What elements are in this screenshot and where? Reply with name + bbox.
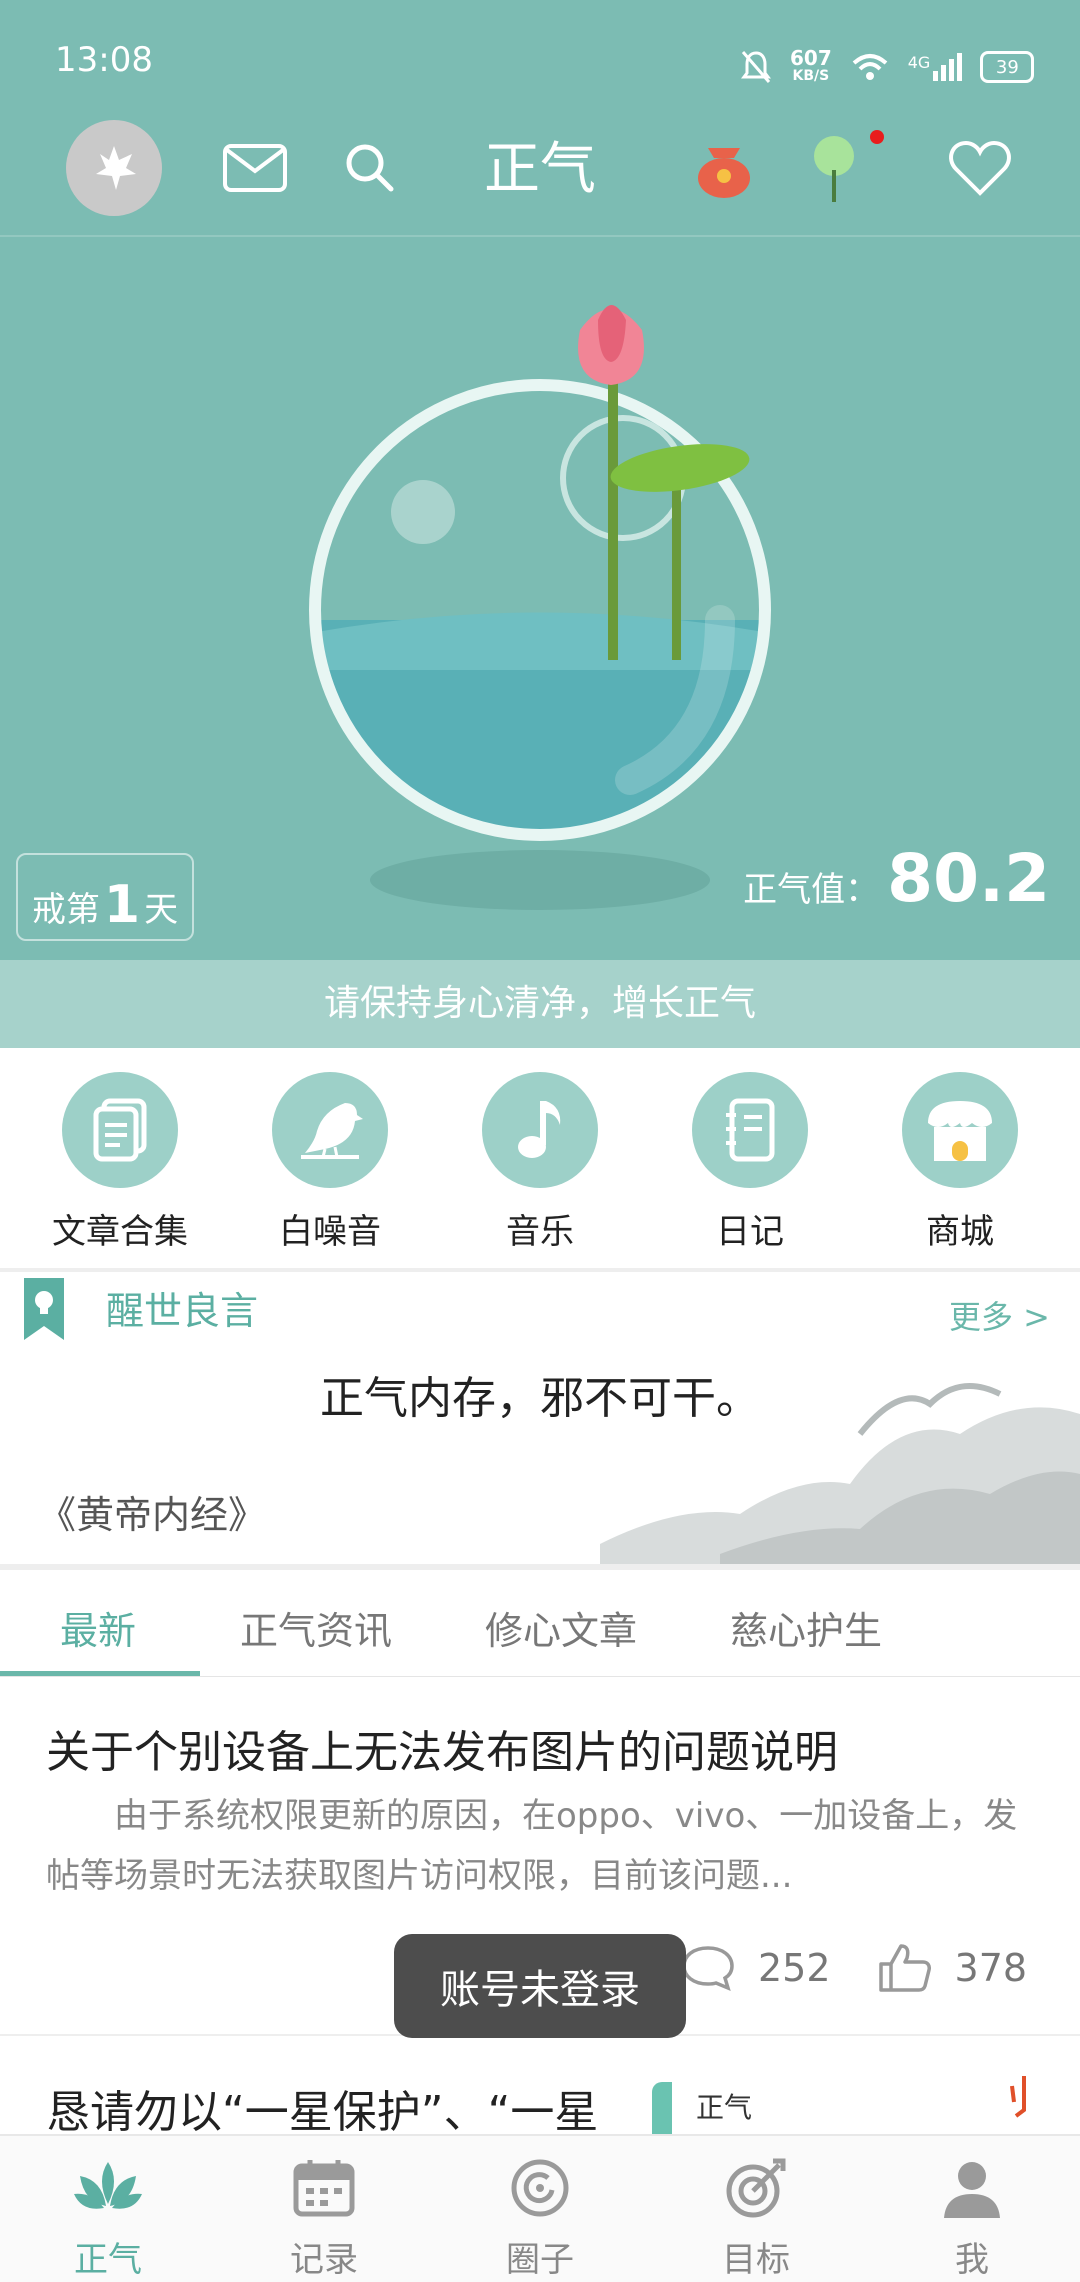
func-label: 日记 — [716, 1212, 784, 1252]
net-unit: KB/S — [792, 68, 830, 84]
nav-item-records[interactable]: 记录 — [216, 2150, 432, 2281]
search-button[interactable] — [320, 118, 420, 218]
func-white-noise[interactable]: 白噪音 — [240, 1072, 420, 1253]
document-icon — [62, 1072, 178, 1188]
score-display: 正气值： 80.2 — [743, 840, 1050, 917]
calendar-icon — [216, 2150, 432, 2226]
article-title[interactable]: 恳请勿以“一星保护”、“一星 — [46, 2076, 598, 2140]
quote-text: 正气内存，邪不可干。 — [320, 1373, 760, 1424]
shop-icon — [902, 1072, 1018, 1188]
nav-item-circle[interactable]: 圈子 — [432, 2150, 648, 2281]
tab-news[interactable]: 正气资讯 — [240, 1600, 392, 1655]
days-count: 1 — [103, 875, 141, 935]
func-music[interactable]: 音乐 — [450, 1072, 630, 1253]
lightbulb-bookmark-icon — [24, 1278, 64, 1340]
search-icon — [346, 144, 394, 192]
article-thumb-label: 正气 — [696, 2091, 753, 2124]
nav-label: 我 — [955, 2240, 989, 2280]
target-icon — [648, 2150, 864, 2226]
nav-item-me[interactable]: 我 — [864, 2150, 1080, 2281]
tab-protect-life[interactable]: 慈心护生 — [730, 1600, 882, 1655]
lotus-icon — [0, 2150, 216, 2226]
comment-count: 252 — [758, 1946, 831, 1990]
quote-more-link[interactable]: 更多 > — [949, 1292, 1050, 1338]
motto-banner: 请保持身心清净，增长正气 — [0, 960, 1080, 1048]
favorite-button[interactable] — [930, 118, 1030, 218]
func-label: 音乐 — [506, 1212, 574, 1252]
toast-message: 账号未登录 — [394, 1934, 686, 2038]
tree-button[interactable] — [786, 118, 886, 218]
notification-dot — [870, 130, 884, 144]
battery-icon: 39 — [980, 51, 1035, 83]
quote-section-title: 醒世良言 — [106, 1289, 259, 1333]
comment-icon[interactable] — [680, 1944, 736, 1992]
article-thumb-mark — [1008, 2072, 1034, 2120]
profile-icon — [864, 2150, 1080, 2226]
status-icons: 607 KB/S 4G 39 — [740, 42, 1040, 92]
func-label: 商城 — [926, 1212, 994, 1252]
func-diary[interactable]: 日记 — [660, 1072, 840, 1253]
mail-button[interactable] — [205, 118, 305, 218]
quote-source: 《黄帝内经》 — [38, 1493, 267, 1537]
avatar-icon — [66, 120, 162, 216]
page-title: 正气 — [484, 137, 596, 202]
nav-label: 目标 — [722, 2240, 790, 2280]
mail-icon — [223, 144, 287, 192]
like-count: 378 — [954, 1946, 1028, 1990]
article-excerpt: 由于系统权限更新的原因，在oppo、vivo、一加设备上，发帖等场景时无法获取图… — [46, 1796, 1018, 1896]
music-note-icon — [482, 1072, 598, 1188]
circle-icon — [432, 2150, 648, 2226]
avatar-button[interactable] — [64, 118, 164, 218]
score-value: 80.2 — [887, 840, 1050, 917]
header-divider — [0, 235, 1080, 237]
tree-icon — [814, 136, 854, 202]
article-stats: 252 378 — [680, 1938, 1027, 1998]
section-divider — [0, 1564, 1080, 1570]
bird-icon — [272, 1072, 388, 1188]
lotus-bowl-illustration — [309, 305, 771, 910]
func-articles[interactable]: 文章合集 — [30, 1072, 210, 1253]
days-suffix: 天 — [144, 890, 179, 930]
nav-label: 记录 — [290, 2240, 358, 2280]
mute-bell-icon — [741, 51, 771, 83]
section-divider — [0, 1268, 1080, 1272]
article-thumb-accent — [652, 2082, 672, 2136]
tabs-divider — [0, 1676, 1080, 1677]
nav-item-goals[interactable]: 目标 — [648, 2150, 864, 2281]
like-icon[interactable] — [877, 1942, 933, 1994]
func-label: 文章合集 — [52, 1212, 188, 1252]
gift-bag-icon — [698, 148, 750, 198]
days-prefix: 戒第 — [31, 890, 100, 930]
gift-bag-button[interactable] — [674, 118, 774, 218]
status-time: 13:08 — [55, 40, 153, 80]
article-title[interactable]: 关于个别设备上无法发布图片的问题说明 — [46, 1716, 838, 1780]
wifi-icon — [852, 54, 888, 80]
heart-icon — [949, 140, 1011, 196]
notebook-icon — [692, 1072, 808, 1188]
nav-label: 正气 — [74, 2240, 142, 2280]
nav-label: 圈子 — [506, 2240, 574, 2280]
func-label: 白噪音 — [279, 1212, 381, 1252]
network-type: 4G — [907, 53, 931, 72]
abstinence-days: 戒第 1 天 — [16, 853, 194, 941]
score-label: 正气值： — [743, 870, 880, 910]
signal-icon: 4G — [908, 53, 963, 81]
tab-latest[interactable]: 最新 — [60, 1600, 136, 1655]
tab-articles[interactable]: 修心文章 — [485, 1600, 637, 1655]
func-shop[interactable]: 商城 — [870, 1072, 1050, 1253]
nav-item-zhengqi[interactable]: 正气 — [0, 2150, 216, 2281]
net-speed: 607 — [790, 46, 832, 70]
